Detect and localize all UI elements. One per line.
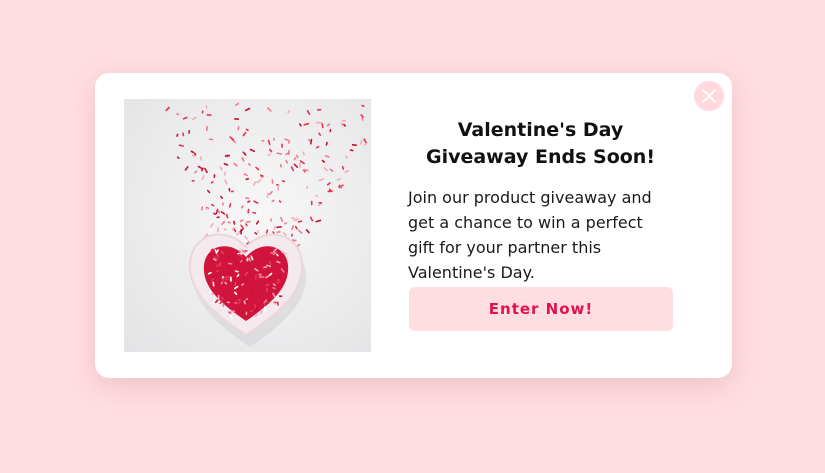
heart-bowl-illustration [124, 99, 371, 352]
enter-now-button[interactable]: Enter Now! [409, 287, 673, 331]
close-icon [702, 89, 716, 103]
modal-description: Join our product giveaway and get a chan… [408, 188, 652, 282]
giveaway-modal: Valentine's Day Giveaway Ends Soon! Join… [95, 73, 732, 378]
heart-sprinkles-image [124, 99, 371, 352]
page-overlay: Valentine's Day Giveaway Ends Soon! Join… [0, 0, 825, 473]
close-button[interactable] [694, 81, 724, 111]
modal-content: Valentine's Day Giveaway Ends Soon! Join… [408, 117, 673, 285]
modal-title: Valentine's Day Giveaway Ends Soon! [425, 119, 655, 168]
